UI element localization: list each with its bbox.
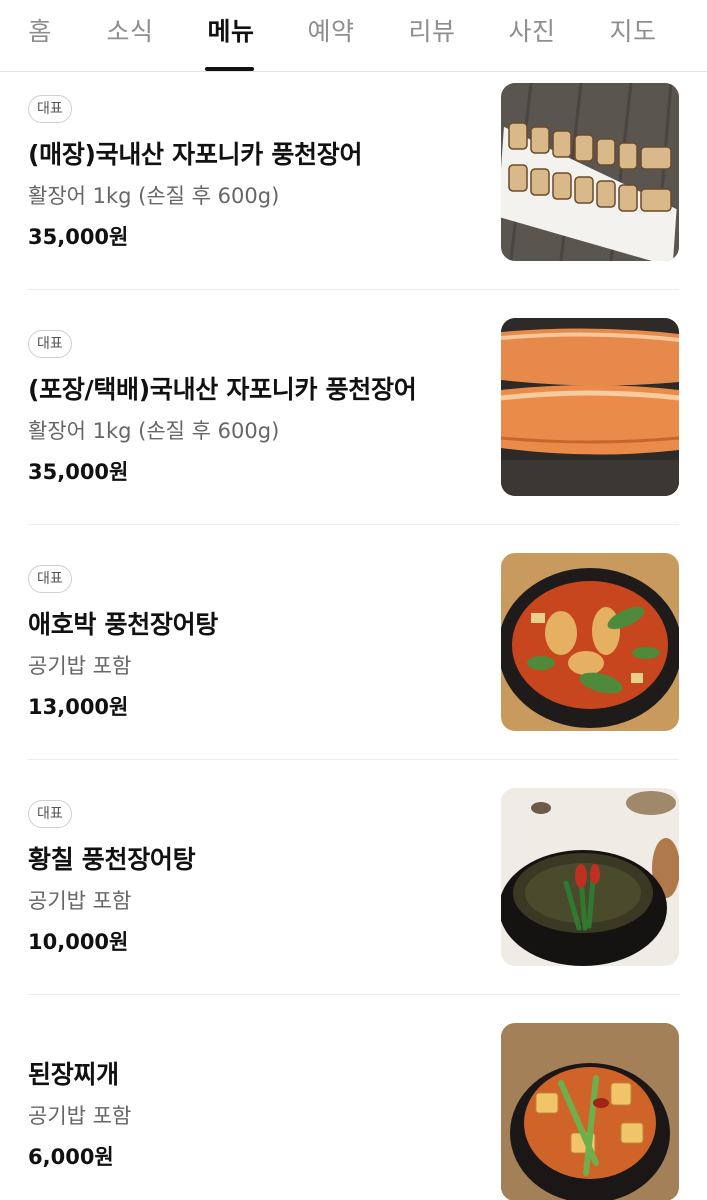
tab-menu[interactable]: 메뉴 bbox=[203, 14, 259, 54]
menu-item-description: 활장어 1kg (손질 후 600g) bbox=[28, 419, 280, 443]
menu-item-price: 35,000원 bbox=[28, 225, 129, 249]
menu-item-photo[interactable] bbox=[501, 318, 679, 496]
tab-reviews[interactable]: 리뷰 bbox=[404, 14, 460, 54]
menu-item-price: 13,000원 bbox=[28, 695, 129, 719]
signature-badge: 대표 bbox=[28, 800, 72, 828]
menu-item[interactable]: 대표 (포장/택배)국내산 자포니카 풍천장어 활장어 1kg (손질 후 60… bbox=[0, 290, 707, 525]
menu-item[interactable]: 대표 황칠 풍천장어탕 공기밥 포함 10,000원 bbox=[0, 760, 707, 995]
menu-item-photo[interactable] bbox=[501, 553, 679, 731]
menu-item-photo[interactable] bbox=[501, 83, 679, 261]
menu-item[interactable]: 대표 애호박 풍천장어탕 공기밥 포함 13,000원 bbox=[0, 525, 707, 760]
menu-item-photo[interactable] bbox=[501, 1023, 679, 1200]
signature-badge: 대표 bbox=[28, 95, 72, 123]
menu-item-description: 공기밥 포함 bbox=[28, 654, 132, 678]
menu-item-description: 공기밥 포함 bbox=[28, 889, 132, 913]
tab-news[interactable]: 소식 bbox=[102, 14, 158, 54]
tab-photos[interactable]: 사진 bbox=[504, 14, 560, 54]
menu-item-description: 활장어 1kg (손질 후 600g) bbox=[28, 184, 280, 208]
menu-item-name: 애호박 풍천장어탕 bbox=[28, 610, 219, 639]
menu-item-name: 된장찌개 bbox=[28, 1060, 119, 1089]
tab-map[interactable]: 지도 bbox=[605, 14, 661, 54]
menu-item-name: (포장/택배)국내산 자포니카 풍천장어 bbox=[28, 375, 417, 404]
menu-item-description: 공기밥 포함 bbox=[28, 1104, 132, 1128]
menu-item[interactable]: 대표 (매장)국내산 자포니카 풍천장어 활장어 1kg (손질 후 600g)… bbox=[0, 55, 707, 290]
signature-badge: 대표 bbox=[28, 565, 72, 593]
menu-item-price: 6,000원 bbox=[28, 1145, 114, 1169]
menu-item-price: 10,000원 bbox=[28, 930, 129, 954]
menu-item-name: 황칠 풍천장어탕 bbox=[28, 845, 196, 874]
menu-item-name: (매장)국내산 자포니카 풍천장어 bbox=[28, 140, 363, 169]
menu-item-photo[interactable] bbox=[501, 788, 679, 966]
tab-home[interactable]: 홈 bbox=[24, 14, 56, 54]
menu-item[interactable]: 된장찌개 공기밥 포함 6,000원 bbox=[0, 995, 707, 1200]
menu-item-price: 35,000원 bbox=[28, 460, 129, 484]
tab-reservation[interactable]: 예약 bbox=[303, 14, 359, 54]
signature-badge: 대표 bbox=[28, 330, 72, 358]
